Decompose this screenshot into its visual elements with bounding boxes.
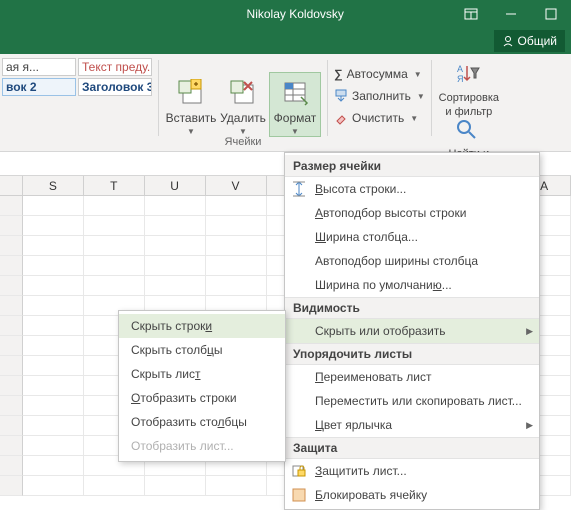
dropdown-arrow-icon: ▼ (187, 127, 195, 136)
hide-unhide-item[interactable]: Скрыть или отобразить ▶ (285, 319, 539, 343)
insert-icon (175, 77, 207, 109)
magnifier-icon (455, 118, 483, 146)
rename-sheet-item[interactable]: Переименовать лист (285, 365, 539, 389)
cells-group: Вставить ▼ Удалить ▼ Формат ▼ Ячейки (161, 58, 325, 150)
dropdown-arrow-icon: ▼ (239, 127, 247, 136)
default-width-item[interactable]: Ширина по умолчанию... (285, 273, 539, 297)
hide-unhide-submenu: Скрыть строки Скрыть столбцы Скрыть лист… (118, 310, 286, 462)
delete-icon (227, 77, 259, 109)
dropdown-arrow-icon: ▼ (410, 114, 418, 123)
cells-group-label: Ячейки (225, 136, 262, 148)
editing-group: ∑ Автосумма ▼ Заполнить ▼ Очистить ▼ (330, 58, 429, 150)
styles-group: ая я... Текст преду... вок 2 Заголовок 3 (0, 58, 156, 150)
insert-button[interactable]: Вставить ▼ (165, 73, 217, 136)
share-button[interactable]: Общий (494, 30, 566, 52)
lock-cell-item[interactable]: Блокировать ячейку (285, 483, 539, 507)
autosum-button[interactable]: ∑ Автосумма ▼ (334, 64, 422, 84)
person-icon (502, 35, 514, 47)
ribbon: ая я... Текст преду... вок 2 Заголовок 3… (0, 54, 571, 152)
username-label: Nikolay Koldovsky (247, 7, 344, 21)
move-copy-sheet-item[interactable]: Переместить или скопировать лист... (285, 389, 539, 413)
menu-group-title: Упорядочить листы (285, 343, 539, 365)
hide-sheet-item[interactable]: Скрыть лист (119, 362, 285, 386)
format-button[interactable]: Формат ▼ (269, 72, 321, 137)
hide-columns-item[interactable]: Скрыть столбцы (119, 338, 285, 362)
format-icon (279, 77, 311, 109)
lock-cell-icon (291, 487, 307, 503)
unhide-sheet-item: Отобразить лист... (119, 434, 285, 458)
column-header[interactable]: T (84, 176, 145, 195)
tab-color-item[interactable]: Цвет ярлычка ▶ (285, 413, 539, 437)
delete-button[interactable]: Удалить ▼ (217, 73, 269, 136)
sortfind-group: AЯ Сортировка и фильтр Найти и выделить (434, 58, 504, 150)
fill-button[interactable]: Заполнить ▼ (334, 86, 425, 106)
style-cell[interactable]: ая я... (2, 58, 76, 76)
protect-sheet-item[interactable]: Защитить лист... (285, 459, 539, 483)
column-width-item[interactable]: Ширина столбца... (285, 225, 539, 249)
title-bar: Nikolay Koldovsky (0, 0, 571, 28)
unhide-rows-item[interactable]: Отобразить строки (119, 386, 285, 410)
style-cell[interactable]: вок 2 (2, 78, 76, 96)
protect-icon (291, 463, 307, 479)
sort-filter-button[interactable]: AЯ Сортировка и фильтр (438, 62, 500, 118)
dropdown-arrow-icon: ▼ (291, 127, 299, 136)
dropdown-arrow-icon: ▼ (417, 92, 425, 101)
fill-down-icon (334, 89, 348, 103)
row-height-icon (291, 181, 307, 197)
sigma-icon: ∑ (334, 67, 343, 81)
svg-text:A: A (457, 64, 463, 74)
row-height-item[interactable]: Высота строки... (285, 177, 539, 201)
share-bar: Общий (0, 28, 571, 54)
menu-group-title: Защита (285, 437, 539, 459)
clear-button[interactable]: Очистить ▼ (334, 108, 418, 128)
maximize-button[interactable] (531, 0, 571, 28)
column-header[interactable]: U (145, 176, 206, 195)
submenu-arrow-icon: ▶ (526, 326, 533, 337)
unhide-columns-item[interactable]: Отобразить столбцы (119, 410, 285, 434)
ribbon-display-options-button[interactable] (451, 0, 491, 28)
submenu-arrow-icon: ▶ (526, 420, 533, 431)
column-header[interactable]: S (23, 176, 84, 195)
autofit-row-height-item[interactable]: Автоподбор высоты строки (285, 201, 539, 225)
style-cell[interactable]: Текст преду... (78, 58, 152, 76)
share-label: Общий (518, 34, 558, 48)
menu-group-title: Размер ячейки (285, 155, 539, 177)
hide-rows-item[interactable]: Скрыть строки (119, 314, 285, 338)
minimize-button[interactable] (491, 0, 531, 28)
dropdown-arrow-icon: ▼ (414, 70, 422, 79)
column-header[interactable]: V (206, 176, 267, 195)
autofit-column-width-item[interactable]: Автоподбор ширины столбца (285, 249, 539, 273)
menu-group-title: Видимость (285, 297, 539, 319)
eraser-icon (334, 111, 348, 125)
sort-filter-icon: AЯ (455, 62, 483, 90)
format-dropdown-menu: Размер ячейки Высота строки... Автоподбо… (284, 152, 540, 510)
style-cell[interactable]: Заголовок 3 (78, 78, 152, 96)
svg-text:Я: Я (457, 74, 464, 84)
